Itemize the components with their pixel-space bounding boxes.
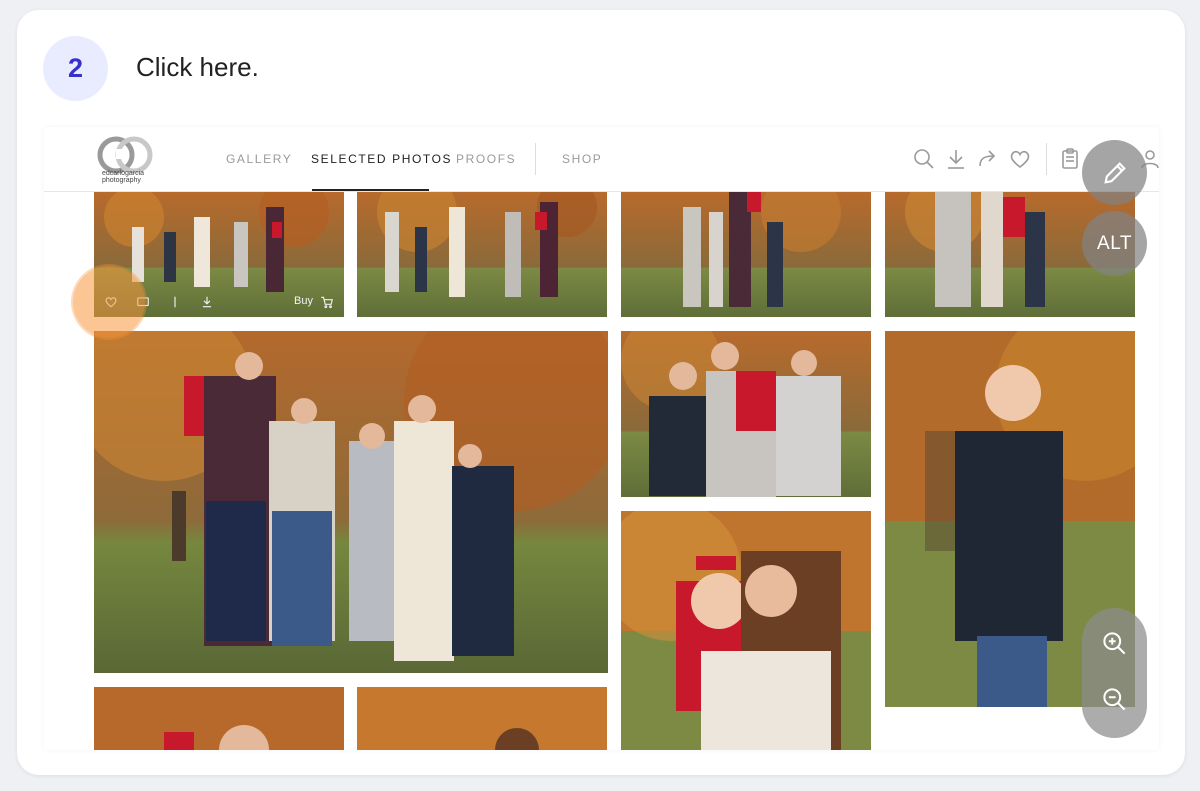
edit-button[interactable] bbox=[1082, 140, 1147, 205]
pencil-icon bbox=[1103, 161, 1126, 184]
step-instruction: Click here. bbox=[136, 52, 259, 82]
search-icon[interactable] bbox=[912, 147, 936, 171]
toolbar-divider bbox=[1046, 143, 1047, 175]
share-icon[interactable] bbox=[976, 147, 1000, 171]
gallery-photo[interactable] bbox=[94, 687, 344, 750]
alt-button[interactable]: ALT bbox=[1082, 211, 1147, 276]
step-number-badge: 2 bbox=[43, 36, 108, 101]
gallery-photo[interactable] bbox=[621, 511, 871, 750]
brand-name: edcarlogarcia photography bbox=[102, 170, 162, 184]
clipboard-icon[interactable] bbox=[1058, 147, 1082, 171]
gallery-photo[interactable] bbox=[621, 192, 871, 317]
nav-proofs[interactable]: PROOFS bbox=[456, 152, 516, 166]
brand-line-2: photography bbox=[102, 177, 141, 184]
download-icon[interactable] bbox=[944, 147, 968, 171]
screenshot-frame: edcarlogarcia photography GALLERY SELECT… bbox=[44, 127, 1159, 750]
gallery-header: edcarlogarcia photography GALLERY SELECT… bbox=[44, 127, 1159, 192]
brand-line-1: edcarlogarcia bbox=[102, 170, 145, 177]
zoom-in-icon[interactable] bbox=[1101, 630, 1128, 657]
heart-icon[interactable] bbox=[1008, 147, 1032, 171]
gallery-photo[interactable] bbox=[357, 687, 607, 750]
alt-label: ALT bbox=[1097, 232, 1132, 254]
zoom-out-icon[interactable] bbox=[1101, 686, 1128, 713]
nav-selected-photos[interactable]: SELECTED PHOTOS bbox=[311, 152, 452, 166]
nav-divider bbox=[535, 143, 536, 175]
cart-icon[interactable] bbox=[320, 295, 334, 309]
nav-gallery[interactable]: GALLERY bbox=[226, 152, 292, 166]
gallery-photo[interactable] bbox=[621, 331, 871, 497]
gallery-photo[interactable] bbox=[357, 192, 607, 317]
click-hotspot[interactable] bbox=[73, 266, 145, 338]
share-icon[interactable] bbox=[168, 295, 182, 309]
nav-shop[interactable]: SHOP bbox=[562, 152, 602, 166]
zoom-controls bbox=[1082, 608, 1147, 738]
active-tab-underline bbox=[312, 189, 429, 191]
step-number: 2 bbox=[67, 53, 84, 83]
buy-label[interactable]: Buy bbox=[294, 295, 313, 307]
gallery-photo[interactable] bbox=[94, 331, 608, 673]
download-icon[interactable] bbox=[200, 295, 214, 309]
